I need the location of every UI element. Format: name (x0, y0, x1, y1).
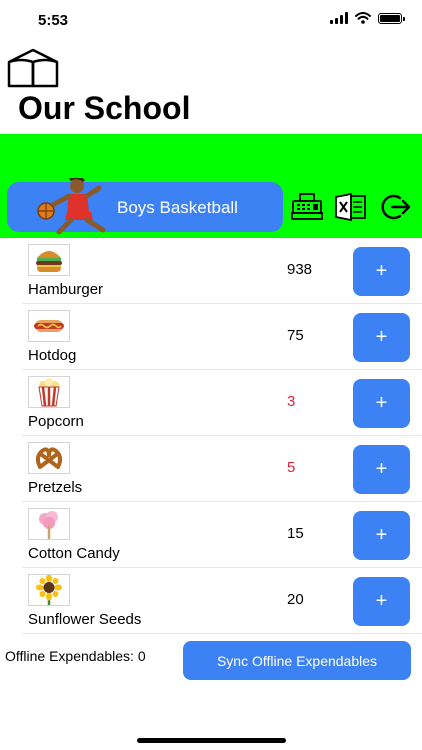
product-quantity: 3 (287, 393, 296, 410)
add-button[interactable]: + (353, 379, 410, 428)
status-bar: 5:53 (0, 0, 422, 44)
list-item: Pretzels 5 + (22, 436, 422, 502)
product-name: Hamburger (28, 281, 104, 298)
school-name: Our School (18, 90, 191, 126)
product-name: Popcorn (28, 413, 84, 430)
product-quantity: 75 (287, 327, 304, 344)
add-button[interactable]: + (353, 511, 410, 560)
hamburger-icon (28, 244, 70, 276)
product-name: Sunflower Seeds (28, 611, 142, 628)
product-quantity: 5 (287, 459, 296, 476)
product-name: Cotton Candy (28, 545, 120, 562)
status-time: 5:53 (38, 12, 69, 29)
add-button[interactable]: + (353, 577, 410, 626)
hotdog-icon (28, 310, 70, 342)
sunflower-icon (28, 574, 70, 606)
sync-offline-button[interactable]: Sync Offline Expendables (183, 641, 411, 680)
product-name: Hotdog (28, 347, 77, 364)
basketball-player-icon (37, 178, 106, 235)
pretzel-icon (28, 442, 70, 474)
wifi-icon (355, 12, 371, 24)
product-list: Hamburger 938 + Hotdog 75 + Popcorn 3 + (22, 238, 422, 634)
excel-icon[interactable] (335, 193, 367, 221)
logout-icon[interactable] (381, 193, 411, 221)
status-icons (330, 12, 405, 24)
add-button[interactable]: + (353, 445, 410, 494)
team-label: Boys Basketball (117, 198, 238, 217)
list-item: Sunflower Seeds 20 + (22, 568, 422, 634)
home-indicator[interactable] (137, 738, 286, 743)
team-select-button[interactable]: Boys Basketball (7, 178, 283, 235)
signal-icon (330, 12, 348, 24)
cotton-candy-icon (28, 508, 70, 540)
cash-register-icon[interactable] (291, 193, 323, 221)
product-quantity: 938 (287, 261, 313, 278)
open-book-icon (7, 48, 59, 88)
add-button[interactable]: + (353, 247, 410, 296)
battery-icon (378, 12, 405, 24)
product-quantity: 20 (287, 591, 304, 608)
popcorn-icon (28, 376, 70, 408)
list-item: Hotdog 75 + (22, 304, 422, 370)
list-item: Cotton Candy 15 + (22, 502, 422, 568)
add-button[interactable]: + (353, 313, 410, 362)
list-item: Hamburger 938 + (22, 238, 422, 304)
product-name: Pretzels (28, 479, 83, 496)
offline-expendables-count: Offline Expendables: 0 (5, 648, 146, 664)
list-item: Popcorn 3 + (22, 370, 422, 436)
product-quantity: 15 (287, 525, 304, 542)
